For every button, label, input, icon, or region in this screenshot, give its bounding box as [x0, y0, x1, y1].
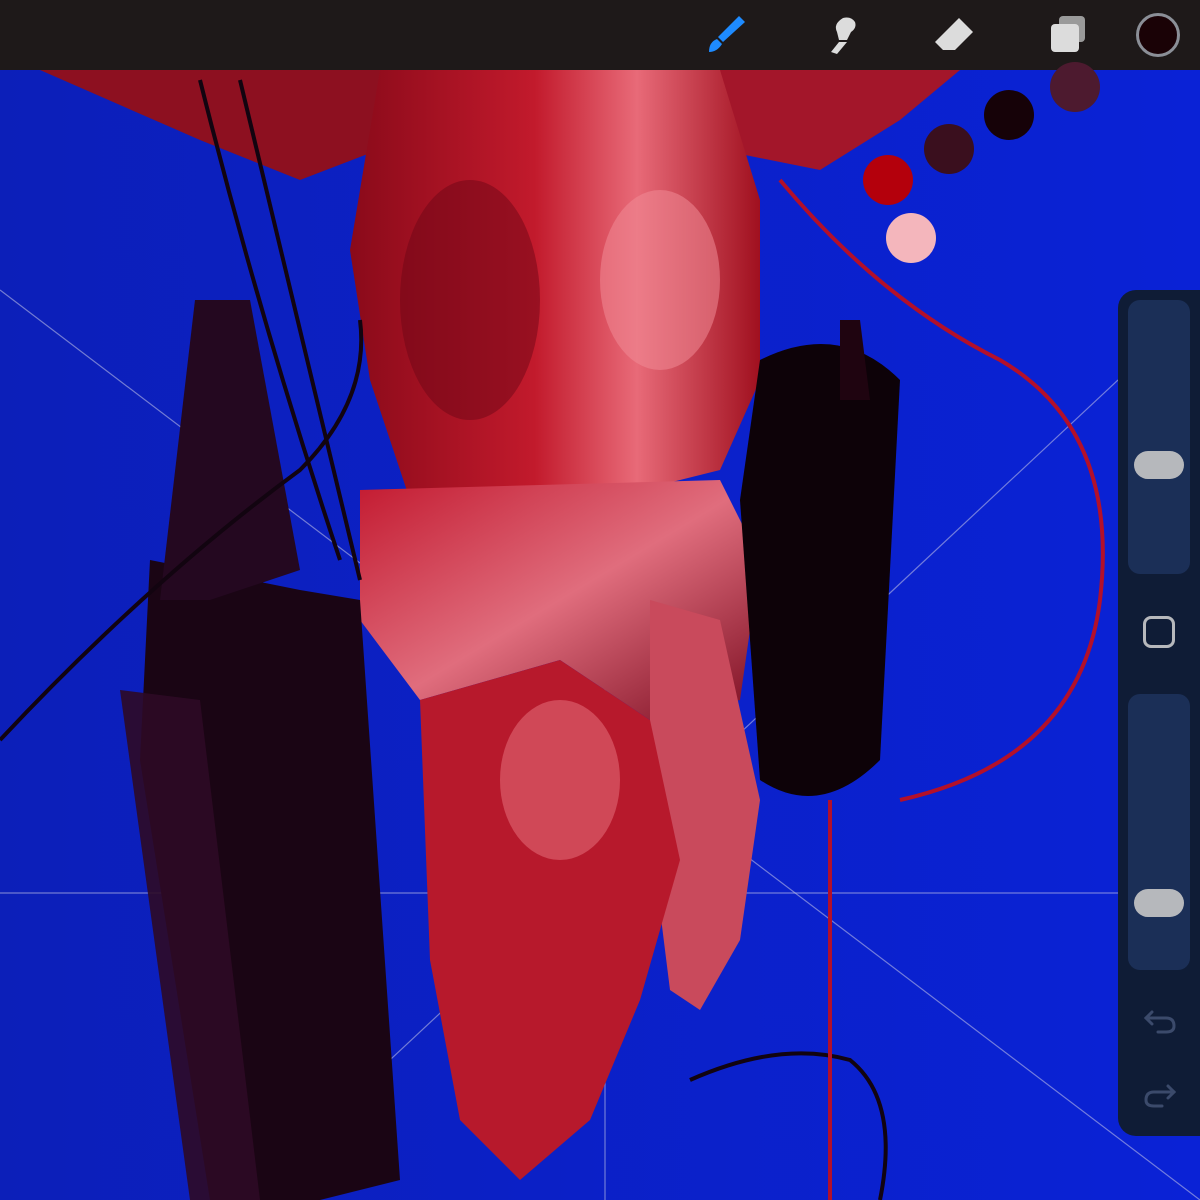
redo-icon [1144, 1084, 1177, 1108]
artwork [0, 70, 1200, 1200]
brush-tool-button[interactable] [698, 7, 754, 63]
color-picker-button[interactable] [1136, 13, 1180, 57]
drawing-canvas[interactable] [0, 70, 1200, 1200]
top-toolbar [0, 0, 1200, 70]
opacity-handle[interactable] [1134, 888, 1184, 917]
color-swatch[interactable] [863, 155, 913, 205]
color-swatch[interactable] [886, 213, 936, 263]
brush-size-slider[interactable] [1128, 300, 1190, 574]
eraser-icon [935, 18, 973, 50]
undo-icon [1143, 1010, 1176, 1034]
layers-icon [1051, 16, 1085, 52]
opacity-slider[interactable] [1128, 694, 1190, 970]
brush-icon [709, 16, 745, 52]
sidebar [1118, 290, 1200, 1136]
redo-button[interactable] [1140, 1076, 1180, 1116]
smudge-icon [831, 17, 856, 54]
color-swatch[interactable] [984, 90, 1034, 140]
color-swatch[interactable] [924, 124, 974, 174]
modify-button[interactable] [1143, 616, 1175, 648]
brush-size-handle[interactable] [1134, 451, 1184, 480]
undo-button[interactable] [1140, 1002, 1180, 1042]
color-swatch[interactable] [1050, 62, 1100, 112]
eraser-tool-button[interactable] [926, 7, 982, 63]
layers-button[interactable] [1040, 7, 1096, 63]
smudge-tool-button[interactable] [812, 7, 868, 63]
